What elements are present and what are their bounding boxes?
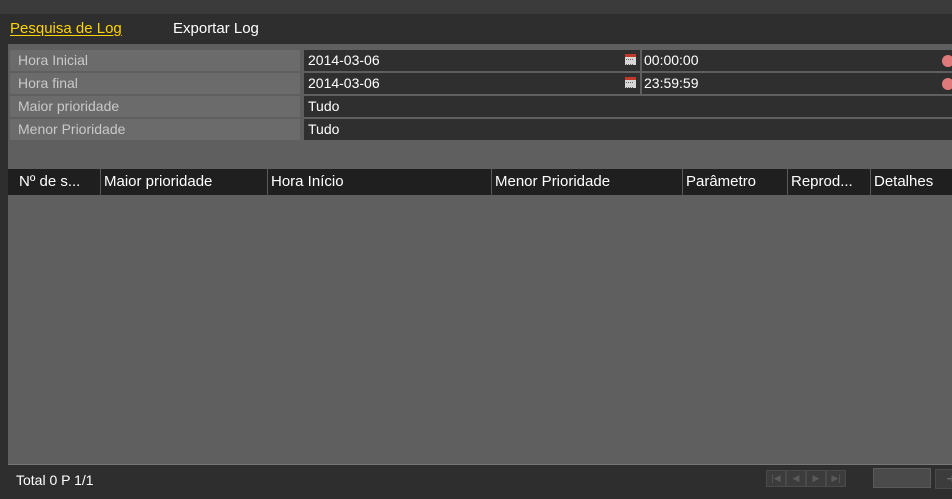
go-arrow-icon[interactable]: ➜ [935,469,952,489]
tab-log-search[interactable]: Pesquisa de Log [10,20,122,37]
calendar-icon[interactable] [625,54,636,65]
end-time-field[interactable]: 23:59:59 [642,73,952,94]
start-date-value: 2014-03-06 [308,52,380,68]
start-time-row: Hora Inicial 2014-03-06 00:00:00 [8,50,952,72]
end-date-field[interactable]: 2014-03-06 [304,73,640,94]
col-details[interactable]: Detalhes [871,169,952,195]
log-table-header: Nº de s... Maior prioridade Hora Início … [8,169,952,195]
col-minor-priority[interactable]: Menor Prioridade [492,169,683,195]
major-priority-select[interactable]: Tudo [304,96,952,117]
tab-log-export[interactable]: Exportar Log [173,20,259,37]
total-count: Total 0 P 1/1 [16,472,94,488]
end-time-label: Hora final [10,73,300,94]
start-time-value: 00:00:00 [644,52,699,68]
col-major-priority[interactable]: Maior prioridade [101,169,268,195]
start-time-field[interactable]: 00:00:00 [642,50,952,71]
log-search-panel: Hora Inicial 2014-03-06 00:00:00 Hora fi… [8,44,952,499]
major-priority-row: Maior prioridade Tudo [8,96,952,118]
end-date-value: 2014-03-06 [308,75,380,91]
tab-bar: Pesquisa de Log Exportar Log [0,14,952,42]
col-start-time[interactable]: Hora Início [268,169,492,195]
minor-priority-select[interactable]: Tudo [304,119,952,140]
pagination-bar: Total 0 P 1/1 |◀ ◀ ▶ ▶| ➜ [8,464,952,499]
clock-icon[interactable] [942,78,952,90]
calendar-icon[interactable] [625,77,636,88]
clock-icon[interactable] [942,55,952,67]
start-date-field[interactable]: 2014-03-06 [304,50,640,71]
next-page-icon[interactable]: ▶ [806,470,826,487]
end-time-row: Hora final 2014-03-06 23:59:59 [8,73,952,95]
minor-priority-row: Menor Prioridade Tudo [8,119,952,141]
page-number-input[interactable] [873,468,931,488]
end-time-value: 23:59:59 [644,75,699,91]
first-page-icon[interactable]: |◀ [766,470,786,487]
col-number[interactable]: Nº de s... [16,169,101,195]
prev-page-icon[interactable]: ◀ [786,470,806,487]
col-playback[interactable]: Reprod... [788,169,871,195]
title-strip [0,0,952,14]
start-time-label: Hora Inicial [10,50,300,71]
col-parameter[interactable]: Parâmetro [683,169,788,195]
log-table-body [8,195,952,463]
minor-priority-label: Menor Prioridade [10,119,300,140]
major-priority-label: Maior prioridade [10,96,300,117]
last-page-icon[interactable]: ▶| [826,470,846,487]
